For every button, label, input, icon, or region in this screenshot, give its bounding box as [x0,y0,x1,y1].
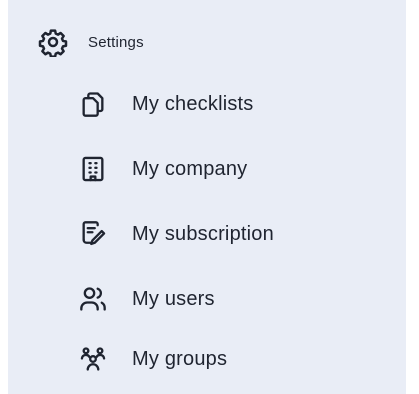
menu-item-label: My subscription [132,222,274,245]
settings-header-label: Settings [88,33,144,51]
menu-item-label: My checklists [132,92,254,115]
contract-edit-icon [76,217,110,251]
building-icon [76,152,110,186]
users-icon [76,282,110,316]
menu-item-my-checklists[interactable]: My checklists [76,80,254,128]
group-icon [76,342,110,376]
settings-menu-panel: Settings My checklists My company My sub… [8,0,406,394]
settings-header[interactable]: Settings [36,22,144,62]
menu-item-label: My company [132,157,248,180]
menu-item-label: My users [132,287,215,310]
menu-item-my-subscription[interactable]: My subscription [76,210,274,258]
menu-item-my-groups[interactable]: My groups [76,335,227,383]
documents-icon [76,87,110,121]
menu-item-my-company[interactable]: My company [76,145,247,193]
menu-item-label: My groups [132,347,228,370]
gear-icon [36,25,70,59]
menu-item-my-users[interactable]: My users [76,275,215,323]
